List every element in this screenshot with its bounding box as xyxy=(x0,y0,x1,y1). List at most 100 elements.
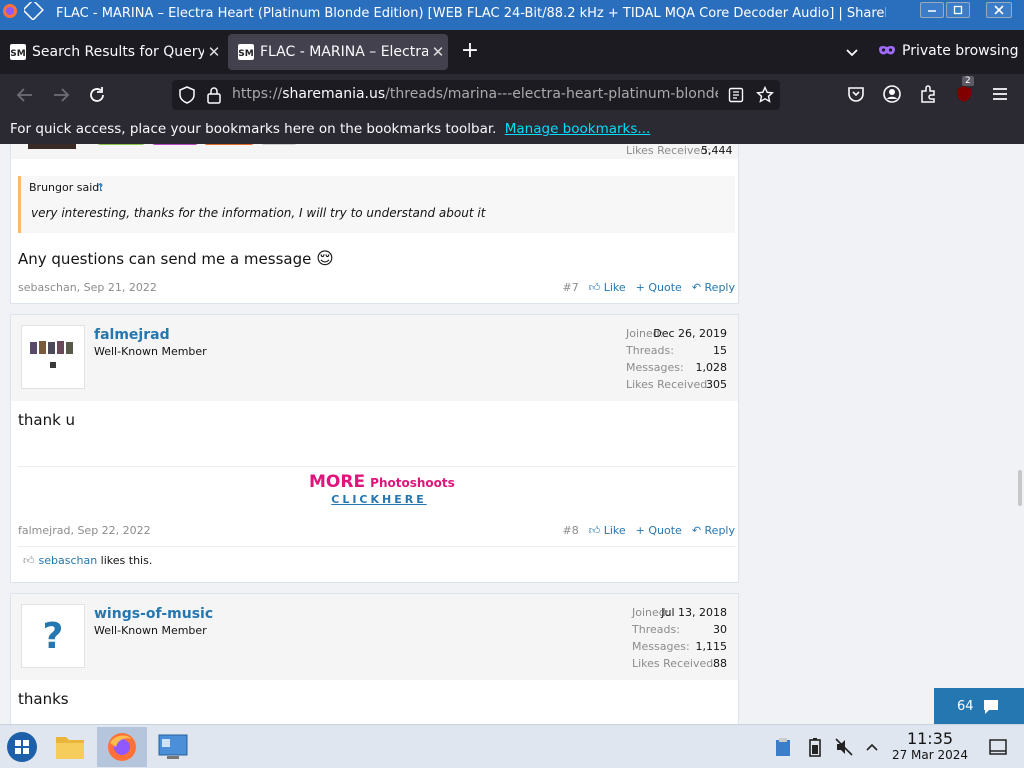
post-footer: falmejrad, Sep 22, 2022 #8 👍︎ Like + Quo… xyxy=(18,524,735,540)
tracking-protection-shield-icon[interactable] xyxy=(178,86,196,104)
system-clock[interactable]: 11:35 27 Mar 2024 xyxy=(890,729,970,762)
tab-search-results[interactable]: SM Search Results for Query ✕ xyxy=(0,34,224,70)
quote-button[interactable]: + Quote xyxy=(636,281,682,294)
forward-icon[interactable] xyxy=(50,84,72,106)
relieved-emoji-icon: 😌 xyxy=(316,249,334,269)
stat-label: Threads: xyxy=(632,623,680,636)
likes-divider xyxy=(18,546,735,547)
private-mask-icon xyxy=(879,45,895,55)
private-browsing-indicator: Private browsing xyxy=(878,43,1019,59)
post-7: Likes Received: 5,444 Brungor said: ↑ ve… xyxy=(10,144,739,304)
list-all-tabs-icon[interactable] xyxy=(842,44,862,62)
stat-value: 1,115 xyxy=(695,640,728,653)
post-author-date[interactable]: sebaschan, Sep 21, 2022 xyxy=(18,281,157,294)
pocket-icon[interactable] xyxy=(846,84,868,106)
thumbs-up-icon: 👍︎ xyxy=(588,524,604,537)
quote-button[interactable]: + Quote xyxy=(636,524,682,537)
signature-banner[interactable]: MORE Photoshoots CLICKHERE xyxy=(309,472,455,506)
sharemania-favicon-icon: SM xyxy=(238,44,254,60)
extensions-icon[interactable] xyxy=(918,84,940,106)
reload-icon[interactable] xyxy=(86,84,108,106)
post-9: ? wings-of-music Well-Known Member Joine… xyxy=(10,593,739,724)
banner-more-text: MORE xyxy=(309,472,366,492)
stat-value: 15 xyxy=(713,344,727,357)
quote-author: Brungor said: xyxy=(29,181,103,194)
maximize-button[interactable] xyxy=(946,2,970,18)
like-label: Like xyxy=(603,281,626,294)
ublock-origin-icon[interactable]: 2 xyxy=(954,76,976,106)
post-number[interactable]: #8 xyxy=(563,524,579,537)
reply-button[interactable]: ↶ Reply xyxy=(692,524,735,537)
banner-photoshoots-text: Photoshoots xyxy=(370,476,455,490)
comment-count: 64 xyxy=(957,699,974,714)
minimize-button[interactable] xyxy=(920,2,944,18)
bookmarks-toolbar: For quick access, place your bookmarks h… xyxy=(0,116,1024,144)
user-stats: Joined: Dec 26, 2019 Threads: 15 Messages:… xyxy=(626,325,727,393)
comment-counter-widget[interactable]: 64 xyxy=(934,688,1024,724)
avatar xyxy=(28,144,76,149)
clock-date: 27 Mar 2024 xyxy=(891,748,969,762)
user-title: Well-Known Member xyxy=(94,624,207,637)
app-menu-icon[interactable] xyxy=(990,84,1012,106)
username-link[interactable]: wings-of-music xyxy=(94,606,213,622)
page-content: Likes Received: 5,444 Brungor said: ↑ ve… xyxy=(0,144,1024,724)
manage-bookmarks-link[interactable]: Manage bookmarks... xyxy=(505,121,651,137)
thumbs-up-icon: 👍︎ xyxy=(588,281,604,294)
url-text[interactable]: https://sharemania.us/threads/marina---e… xyxy=(232,86,718,102)
like-button[interactable]: 👍︎ Like xyxy=(589,524,626,537)
avatar[interactable] xyxy=(21,325,85,389)
likes-received-label: Likes Received: xyxy=(626,144,711,157)
post-8: falmejrad Well-Known Member Joined: Dec 2… xyxy=(10,314,739,583)
tab-label: Search Results for Query xyxy=(32,44,204,60)
stat-label: Messages: xyxy=(626,361,684,374)
speech-bubble-icon xyxy=(982,698,1000,716)
stat-value: 88 xyxy=(713,657,727,670)
close-tab-icon[interactable]: ✕ xyxy=(428,43,448,61)
user-banner-badge xyxy=(97,144,145,145)
control-panel-icon[interactable] xyxy=(153,727,193,767)
new-tab-button[interactable]: + xyxy=(458,40,482,64)
file-manager-icon[interactable] xyxy=(50,727,90,767)
username-link[interactable]: falmejrad xyxy=(94,327,170,343)
reply-button[interactable]: ↶ Reply xyxy=(692,281,735,294)
back-icon[interactable] xyxy=(14,84,36,106)
close-tab-icon[interactable]: ✕ xyxy=(204,43,224,61)
svg-text:SM: SM xyxy=(238,49,253,59)
lock-icon[interactable] xyxy=(206,86,222,104)
page-scrollbar-thumb[interactable] xyxy=(1018,470,1022,506)
reply-label: Reply xyxy=(704,281,735,294)
clock-time: 11:35 xyxy=(906,729,954,748)
bookmarks-hint-text: For quick access, place your bookmarks h… xyxy=(10,121,497,137)
reader-view-icon[interactable] xyxy=(728,87,744,103)
start-menu-icon[interactable] xyxy=(2,727,42,767)
stat-value: 30 xyxy=(713,623,727,636)
taskbar: 11:35 27 Mar 2024 xyxy=(0,724,1024,768)
banner-click-here-link[interactable]: CLICKHERE xyxy=(309,493,449,506)
bookmark-star-icon[interactable] xyxy=(756,86,774,104)
post-footer: sebaschan, Sep 21, 2022 #7 👍︎ Like + Quo… xyxy=(18,281,735,297)
account-icon[interactable] xyxy=(882,84,904,106)
post-message: thank u xyxy=(18,411,76,429)
address-bar[interactable]: https://sharemania.us/threads/marina---e… xyxy=(172,80,780,110)
stat-label: Threads: xyxy=(626,344,674,357)
tab-current-thread[interactable]: SM FLAC - MARINA – Electra Heart (Platin… xyxy=(228,34,448,70)
post-8-userbar: falmejrad Well-Known Member Joined: Dec 2… xyxy=(11,315,738,401)
avatar-placeholder[interactable]: ? xyxy=(21,604,85,668)
firefox-taskbar-icon[interactable] xyxy=(97,727,147,767)
post-number[interactable]: #7 xyxy=(563,281,579,294)
reply-arrow-icon: ↶ xyxy=(691,524,705,537)
stat-label: Likes Received: xyxy=(626,378,711,391)
post-message: thanks xyxy=(18,690,69,708)
pin-icon[interactable] xyxy=(24,2,44,20)
like-button[interactable]: 👍︎ Like xyxy=(589,281,626,294)
stat-value: Dec 26, 2019 xyxy=(653,327,727,340)
show-hidden-icons-chevron-up-icon[interactable] xyxy=(852,727,892,767)
quote-jump-link[interactable]: ↑ xyxy=(96,181,105,194)
navigation-toolbar: https://sharemania.us/threads/marina---e… xyxy=(0,74,1024,116)
show-desktop-icon[interactable] xyxy=(978,727,1018,767)
close-window-button[interactable] xyxy=(986,2,1012,18)
likes-summary: 👍︎ sebaschan likes this. xyxy=(23,554,152,567)
post-author-date[interactable]: falmejrad, Sep 22, 2022 xyxy=(18,524,151,537)
user-banner-badge xyxy=(152,144,198,145)
liker-link[interactable]: sebaschan xyxy=(39,554,98,567)
